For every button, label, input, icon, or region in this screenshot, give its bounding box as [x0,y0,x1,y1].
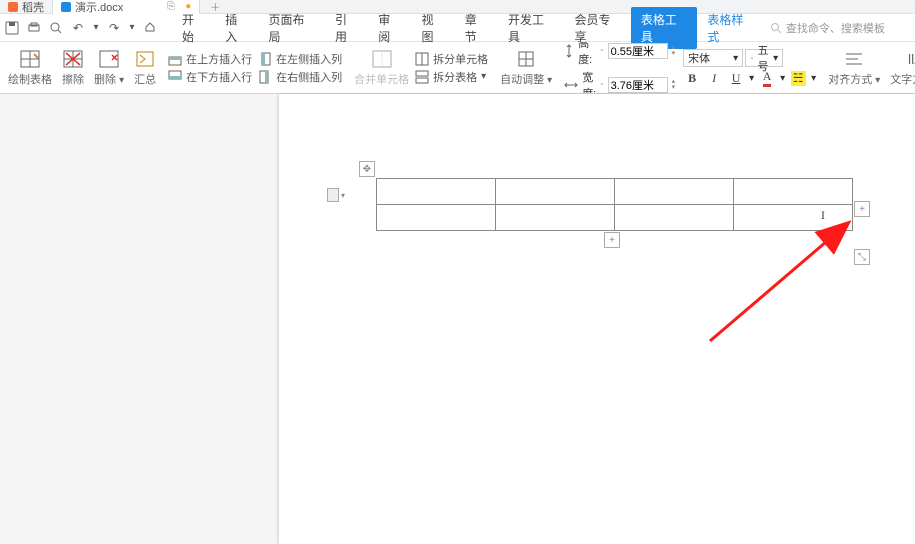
split-table-button[interactable]: 拆分表格 ▾ [415,69,488,85]
width-control[interactable]: 宽度: - ▴▾ [564,69,675,95]
search-placeholder: 查找命令、搜索模板 [786,20,885,36]
quick-access-toolbar: ↶ ▾ ↷ ▾ [4,20,168,36]
split-cell-button[interactable]: 拆分单元格 [415,51,488,67]
textdir-icon: llA [905,49,915,69]
tab-section[interactable]: 章节 [455,7,498,49]
delete-button[interactable]: 删除 ▾ [90,49,128,87]
tab-label: 稻壳 [22,0,44,15]
highlight-button[interactable]: ☵ [789,70,807,86]
font-group: 宋体▾ -五号▾ B I U▾ A▾ ☵▾ [683,49,816,86]
italic-button[interactable]: I [705,70,723,86]
document-workspace: ▾ ✥ + + ⤡ I [0,94,915,544]
insert-rows-group: 在上方插入行 在下方插入行 [168,51,252,85]
dimensions-group: 高度: - ▴▾ 宽度: - ▴▾ [564,42,675,94]
add-row-handle[interactable]: + [604,232,620,248]
bold-button[interactable]: B [683,70,701,86]
text-direction-button[interactable]: llA 文字方向 ▾ [886,49,915,87]
app-icon [8,2,18,12]
insert-below-button[interactable]: 在下方插入行 [168,69,252,85]
tab-review[interactable]: 审阅 [368,7,411,49]
merge-cells-button[interactable]: 合并单元格 [350,49,413,87]
align-icon [843,49,865,69]
resize-handle-icon[interactable]: ⤡ [854,249,870,265]
erase-icon [62,49,84,69]
undo-dropdown-icon[interactable]: ▾ [92,20,100,36]
split-cell-icon [415,52,429,66]
underline-button[interactable]: U [727,70,745,86]
outline-dropdown-icon[interactable]: ▾ [341,191,345,200]
format-painter-icon[interactable] [142,20,158,36]
tab-insert[interactable]: 插入 [215,7,258,49]
autofit-button[interactable]: 自动调整 ▾ [496,49,556,87]
tab-home[interactable]: 稻壳 [0,0,53,14]
tab-developer[interactable]: 开发工具 [498,7,564,49]
table-container: ✥ + + ⤡ I [376,178,853,231]
align-button[interactable]: 对齐方式 ▾ [824,49,884,87]
delete-icon [98,49,120,69]
tab-references[interactable]: 引用 [325,7,368,49]
summary-button[interactable]: 汇总 [130,49,160,87]
tab-start[interactable]: 开始 [172,7,215,49]
redo-dropdown-icon[interactable]: ▾ [128,20,136,36]
font-size-select[interactable]: -五号▾ [745,49,783,67]
document-page[interactable]: ▾ ✥ + + ⤡ I [279,94,915,544]
document-table[interactable] [376,178,853,231]
ribbon-toolbar: 绘制表格 擦除 删除 ▾ 汇总 在上方插入行 在下方插入行 在左侧插入列 在右侧… [0,42,915,94]
draw-table-icon [19,49,41,69]
table-row[interactable] [377,205,853,231]
save-icon[interactable] [4,20,20,36]
erase-button[interactable]: 擦除 [58,49,88,87]
tab-label: 演示.docx [75,0,123,15]
height-control[interactable]: 高度: - ▴▾ [564,42,675,67]
width-input[interactable] [608,77,668,93]
insert-right-icon [258,70,272,84]
preview-icon[interactable] [48,20,64,36]
tab-table-style[interactable]: 表格样式 [697,7,763,49]
search-icon [770,22,782,34]
print-icon[interactable] [26,20,42,36]
add-column-handle[interactable]: + [854,201,870,217]
draw-table-button[interactable]: 绘制表格 [4,49,56,87]
redo-icon[interactable]: ↷ [106,20,122,36]
font-color-button[interactable]: A [758,70,776,86]
text-cursor-icon: I [821,208,825,223]
height-input[interactable] [608,43,668,59]
doc-icon [61,2,71,12]
outline-marker-icon[interactable] [327,188,339,202]
insert-above-button[interactable]: 在上方插入行 [168,51,252,67]
tab-view[interactable]: 视图 [411,7,454,49]
merge-icon [371,49,393,69]
insert-left-icon [258,52,272,66]
split-table-icon [415,70,429,84]
svg-text:llA: llA [908,51,915,67]
tab-layout[interactable]: 页面布局 [259,7,325,49]
insert-cols-group: 在左侧插入列 在右侧插入列 [258,51,342,85]
font-name-select[interactable]: 宋体▾ [683,49,743,67]
width-icon [564,80,578,90]
height-icon [564,44,574,58]
summary-icon [134,49,156,69]
command-search[interactable]: 查找命令、搜索模板 [764,18,911,38]
undo-icon[interactable]: ↶ [70,20,86,36]
insert-right-button[interactable]: 在右侧插入列 [258,69,342,85]
autofit-icon [515,49,537,69]
split-group: 拆分单元格 拆分表格 ▾ [415,51,488,85]
insert-left-button[interactable]: 在左侧插入列 [258,51,342,67]
table-row[interactable] [377,179,853,205]
insert-above-icon [168,52,182,66]
menu-bar: ↶ ▾ ↷ ▾ 开始 插入 页面布局 引用 审阅 视图 章节 开发工具 会员专享… [0,14,915,42]
move-handle-icon[interactable]: ✥ [359,161,375,177]
insert-below-icon [168,70,182,84]
